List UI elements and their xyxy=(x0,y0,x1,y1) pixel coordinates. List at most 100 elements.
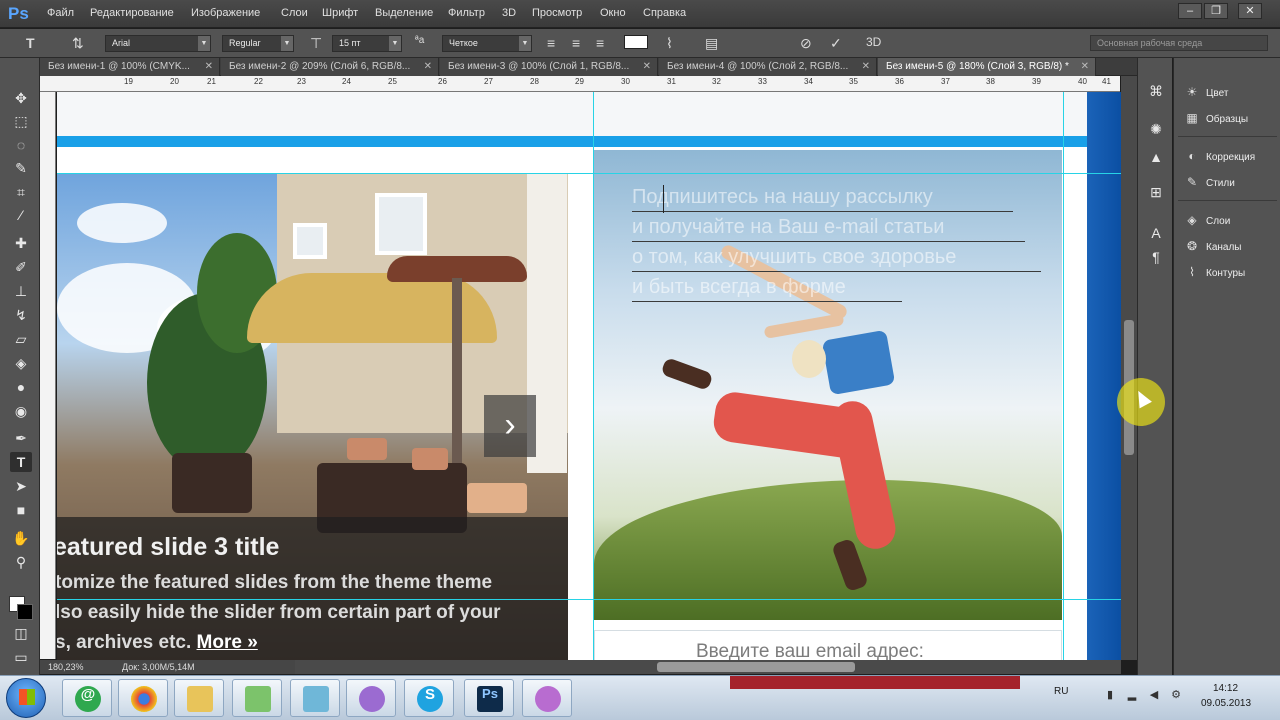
panel-channels[interactable]: ❂ Каналы xyxy=(1184,238,1242,254)
properties-icon[interactable]: ⊞ xyxy=(1147,183,1165,201)
dodge-tool-icon[interactable]: ◉ xyxy=(10,401,32,421)
taskbar-app-explorer[interactable] xyxy=(174,679,224,717)
type-tool-preset-icon[interactable]: T xyxy=(26,35,35,51)
zoom-tool-icon[interactable]: ⚲ xyxy=(10,552,32,572)
volume-icon[interactable]: ◀ xyxy=(1148,689,1160,701)
background-color-swatch[interactable] xyxy=(17,604,33,620)
start-button[interactable] xyxy=(6,678,46,718)
antialias-select[interactable]: Четкое ▼ xyxy=(442,35,532,52)
tab-document-4[interactable]: Без имени-4 @ 100% (Слой 2, RGB/8... ✕ xyxy=(659,58,877,76)
clock-time[interactable]: 14:12 xyxy=(1213,683,1238,694)
close-button[interactable]: ✕ xyxy=(1238,3,1262,19)
panel-color[interactable]: ☀ Цвет xyxy=(1184,84,1229,100)
history-brush-tool-icon[interactable]: ↯ xyxy=(10,305,32,325)
network-icon[interactable]: ⚙ xyxy=(1170,689,1182,701)
crop-tool-icon[interactable]: ⌗ xyxy=(10,182,32,202)
panel-styles[interactable]: ✎ Стили xyxy=(1184,174,1235,190)
quick-select-tool-icon[interactable]: ✎ xyxy=(10,158,32,178)
menu-type[interactable]: Шрифт xyxy=(322,7,358,19)
signal-icon[interactable]: ▂ xyxy=(1126,689,1138,701)
panel-layers[interactable]: ◈ Слои xyxy=(1184,212,1230,228)
character-panel-icon[interactable]: ▤ xyxy=(705,35,718,52)
vertical-ruler[interactable] xyxy=(40,92,56,659)
close-icon[interactable]: ✕ xyxy=(643,58,651,76)
clock-date[interactable]: 09.05.2013 xyxy=(1201,698,1251,709)
paragraph-icon[interactable]: ¶ xyxy=(1147,248,1165,266)
subscribe-text-line[interactable]: и получайте на Ваш e-mail статьи xyxy=(632,216,1025,242)
taskbar-app-clock[interactable] xyxy=(346,679,396,717)
screen-mode-icon[interactable]: ▭ xyxy=(10,647,32,667)
restore-button[interactable]: ❐ xyxy=(1204,3,1228,19)
healing-brush-tool-icon[interactable]: ✚ xyxy=(10,233,32,253)
3d-icon[interactable]: 3D xyxy=(866,35,881,49)
menu-layers[interactable]: Слои xyxy=(281,7,308,19)
horizontal-scroll-thumb[interactable] xyxy=(657,662,855,672)
workspace-select[interactable]: Основная рабочая среда xyxy=(1090,35,1268,51)
tab-document-5[interactable]: Без имени-5 @ 180% (Слой 3, RGB/8) * ✕ xyxy=(878,58,1096,76)
menu-select[interactable]: Выделение xyxy=(375,7,433,19)
blur-tool-icon[interactable]: ● xyxy=(10,377,32,397)
tab-document-1[interactable]: Без имени-1 @ 100% (CMYK... ✕ xyxy=(40,58,220,76)
quick-mask-icon[interactable]: ◫ xyxy=(10,623,32,643)
eraser-tool-icon[interactable]: ▱ xyxy=(10,329,32,349)
cancel-icon[interactable]: ⊘ xyxy=(800,35,812,52)
zoom-level[interactable]: 180,23% xyxy=(48,662,84,672)
warp-text-icon[interactable]: ⌇ xyxy=(666,35,673,52)
menu-3d[interactable]: 3D xyxy=(502,7,516,19)
align-center-icon[interactable]: ≡ xyxy=(572,35,580,51)
menu-help[interactable]: Справка xyxy=(643,7,686,19)
guide-line[interactable] xyxy=(57,599,1121,600)
menu-image[interactable]: Изображение xyxy=(191,7,260,19)
close-icon[interactable]: ✕ xyxy=(1081,58,1089,76)
move-tool-icon[interactable]: ✥ xyxy=(10,88,32,108)
guide-line[interactable] xyxy=(57,173,1121,174)
close-icon[interactable]: ✕ xyxy=(205,58,213,76)
paint-bucket-tool-icon[interactable]: ◈ xyxy=(10,353,32,373)
menu-filter[interactable]: Фильтр xyxy=(448,7,485,19)
align-right-icon[interactable]: ≡ xyxy=(596,35,604,51)
brush-tool-icon[interactable]: ✐ xyxy=(10,257,32,277)
panel-paths[interactable]: ⌇ Контуры xyxy=(1184,264,1245,280)
horizontal-ruler[interactable]: 19 20 21 22 23 24 25 26 27 28 29 30 31 3… xyxy=(40,76,1120,92)
histogram-icon[interactable]: ▲ xyxy=(1147,148,1165,166)
history-icon[interactable]: ⌘ xyxy=(1147,82,1165,100)
taskbar-app-chrome[interactable] xyxy=(118,679,168,717)
pen-tool-icon[interactable]: ✒ xyxy=(10,428,32,448)
rectangle-tool-icon[interactable]: ■ xyxy=(10,500,32,520)
subscribe-text-line[interactable]: о том, как улучшить свое здоровье xyxy=(632,246,1041,272)
character-icon[interactable]: A xyxy=(1147,224,1165,242)
hand-tool-icon[interactable]: ✋ xyxy=(10,528,32,548)
taskbar-app-tool[interactable] xyxy=(232,679,282,717)
taskbar-app-mail[interactable]: @ xyxy=(62,679,112,717)
panel-adjustments[interactable]: ◐ Коррекция xyxy=(1184,148,1255,164)
brush-settings-icon[interactable]: ✺ xyxy=(1147,120,1165,138)
document-canvas[interactable]: › eatured slide 3 title tomize the featu… xyxy=(57,92,1121,660)
subscribe-text-line[interactable]: и быть всегда в форме xyxy=(632,276,902,302)
font-style-select[interactable]: Regular ▼ xyxy=(222,35,294,52)
menu-view[interactable]: Просмотр xyxy=(532,7,582,19)
path-select-tool-icon[interactable]: ➤ xyxy=(10,476,32,496)
type-tool-icon[interactable]: T xyxy=(10,452,32,472)
taskbar-app-recorder[interactable] xyxy=(522,679,572,717)
guide-line[interactable] xyxy=(1063,92,1064,660)
guide-line[interactable] xyxy=(593,92,594,660)
menu-file[interactable]: Файл xyxy=(47,7,74,19)
clone-stamp-tool-icon[interactable]: ⊥ xyxy=(10,281,32,301)
tab-document-3[interactable]: Без имени-3 @ 100% (Слой 1, RGB/8... ✕ xyxy=(440,58,658,76)
tab-document-2[interactable]: Без имени-2 @ 209% (Слой 6, RGB/8... ✕ xyxy=(221,58,439,76)
minimize-button[interactable]: – xyxy=(1178,3,1202,19)
panel-swatches[interactable]: ▦ Образцы xyxy=(1184,110,1248,126)
taskbar-app-skype[interactable]: S xyxy=(404,679,454,717)
commit-icon[interactable]: ✓ xyxy=(830,35,842,52)
menu-window[interactable]: Окно xyxy=(600,7,626,19)
taskbar-app-photoshop[interactable]: Ps xyxy=(464,679,514,717)
menu-edit[interactable]: Редактирование xyxy=(90,7,174,19)
lasso-tool-icon[interactable]: ◌ xyxy=(10,135,32,155)
eyedropper-tool-icon[interactable]: ⁄ xyxy=(10,205,32,225)
font-size-select[interactable]: 15 пт ▼ xyxy=(332,35,402,52)
battery-icon[interactable]: ▮ xyxy=(1104,689,1116,701)
close-icon[interactable]: ✕ xyxy=(424,58,432,76)
close-icon[interactable]: ✕ xyxy=(862,58,870,76)
language-indicator[interactable]: RU xyxy=(1054,686,1068,697)
text-orientation-icon[interactable]: ⇅ xyxy=(72,35,84,52)
